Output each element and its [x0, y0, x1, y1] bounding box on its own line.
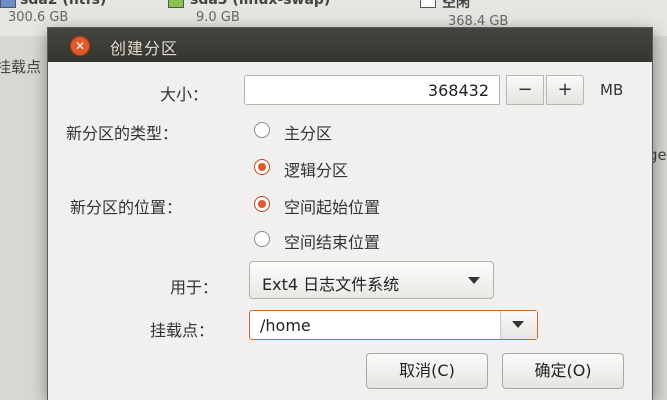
- mount-column-header: 挂载点: [0, 58, 42, 76]
- radio-logical[interactable]: [254, 159, 270, 175]
- radio-end-of-space[interactable]: [254, 231, 270, 247]
- use-as-label: 用于：: [170, 278, 219, 297]
- partition-size: 368.4 GB: [448, 14, 509, 29]
- partition-swatch-swap: [168, 0, 184, 8]
- radio-logical-label[interactable]: 逻辑分区: [284, 157, 348, 181]
- decrease-size-button[interactable]: −: [506, 75, 544, 105]
- mount-point-label: 挂载点：: [150, 321, 215, 340]
- radio-primary[interactable]: [254, 122, 270, 138]
- mount-point-dropdown-button[interactable]: [500, 311, 537, 339]
- partition-type-label: 新分区的类型：: [66, 124, 179, 143]
- radio-start-of-space[interactable]: [254, 196, 270, 212]
- partition-swatch-free: [420, 0, 436, 8]
- chevron-down-icon: [468, 277, 480, 284]
- ok-button[interactable]: 确定(O): [502, 353, 624, 389]
- partition-size: 300.6 GB: [8, 10, 69, 25]
- partition-name: 空闲: [442, 0, 470, 11]
- radio-start-of-space-label[interactable]: 空间起始位置: [284, 194, 380, 218]
- size-unit: MB: [600, 81, 624, 99]
- partition-location-label: 新分区的位置：: [70, 198, 183, 217]
- radio-primary-label[interactable]: 主分区: [284, 120, 332, 144]
- close-icon[interactable]: ✕: [70, 36, 90, 56]
- filesystem-dropdown[interactable]: Ext4 日志文件系统: [249, 261, 494, 299]
- partition-name: sda2 (ntfs): [20, 0, 107, 8]
- chevron-down-icon: [512, 321, 524, 328]
- cancel-button[interactable]: 取消(C): [366, 353, 488, 389]
- radio-end-of-space-label[interactable]: 空间结束位置: [284, 229, 380, 253]
- size-label: 大小：: [160, 85, 209, 104]
- installer-window-left: 挂载点: [0, 36, 48, 400]
- mount-point-combo[interactable]: /home: [249, 310, 538, 340]
- mount-point-value: /home: [260, 316, 311, 335]
- dialog-title: 创建分区: [110, 39, 179, 58]
- partition-size: 9.0 GB: [196, 10, 240, 25]
- dialog-titlebar[interactable]: ✕ 创建分区: [48, 28, 652, 62]
- increase-size-button[interactable]: +: [546, 75, 584, 105]
- partition-swatch-ntfs: [0, 0, 16, 8]
- partition-name: sda3 (linux-swap): [190, 0, 331, 8]
- create-partition-dialog: ✕ 创建分区 大小： 368432 − + MB 新分区的类型： 主分区 逻辑分…: [48, 28, 652, 400]
- filesystem-value: Ext4 日志文件系统: [262, 275, 400, 294]
- size-input[interactable]: 368432: [244, 75, 500, 105]
